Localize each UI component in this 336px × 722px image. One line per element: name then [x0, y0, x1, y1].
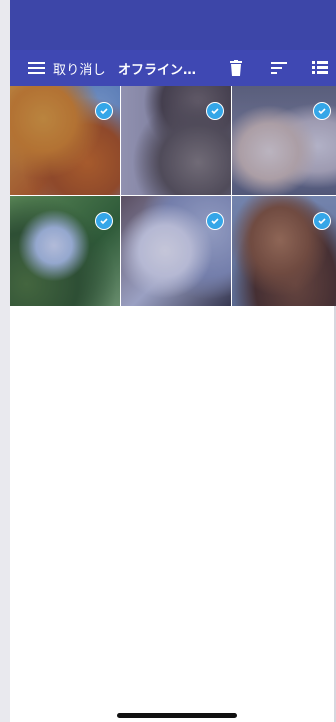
status-bar: [10, 0, 336, 50]
check-circle-icon[interactable]: [313, 102, 331, 120]
photo-poodle-dog[interactable]: [232, 196, 336, 306]
photo-cherry-blossoms[interactable]: [121, 196, 231, 306]
check-circle-icon[interactable]: [95, 102, 113, 120]
cancel-selection-button[interactable]: 取り消し: [53, 50, 106, 86]
check-circle-icon[interactable]: [95, 212, 113, 230]
check-circle-icon[interactable]: [206, 212, 224, 230]
trash-icon[interactable]: [226, 50, 246, 86]
photo-cat[interactable]: [121, 86, 231, 195]
sort-icon[interactable]: [269, 50, 289, 86]
selection-toolbar: 取り消し オフライン…: [10, 50, 336, 86]
photo-grid: [10, 86, 336, 306]
screen: 取り消し オフライン…: [0, 0, 336, 722]
list-view-icon[interactable]: [310, 50, 330, 86]
photo-autumn-leaves[interactable]: [10, 86, 120, 195]
home-indicator[interactable]: [117, 713, 237, 718]
check-circle-icon[interactable]: [313, 212, 331, 230]
hamburger-menu-icon[interactable]: [24, 50, 48, 86]
photo-two-kittens[interactable]: [232, 86, 336, 195]
check-circle-icon[interactable]: [206, 102, 224, 120]
left-edge: [0, 0, 10, 722]
photo-green-trees[interactable]: [10, 196, 120, 306]
page-title: オフライン…: [118, 62, 197, 78]
